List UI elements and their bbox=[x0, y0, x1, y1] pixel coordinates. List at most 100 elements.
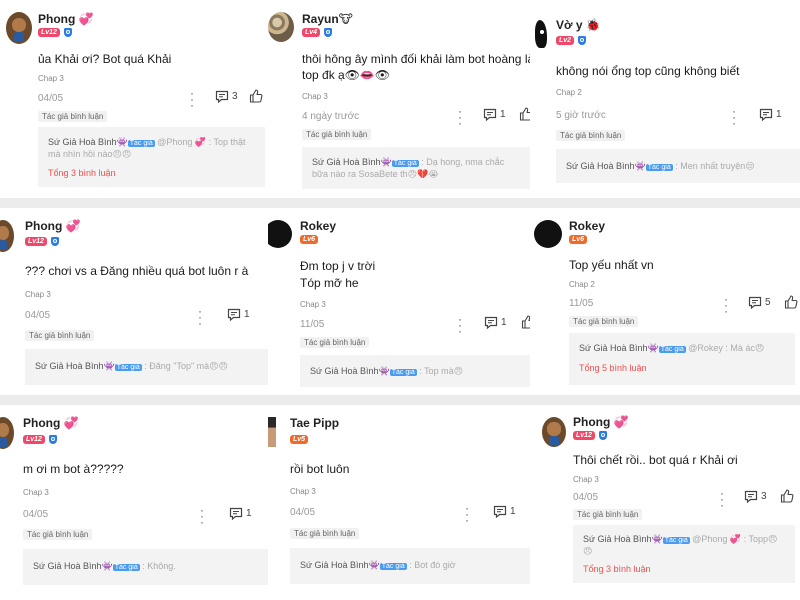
chapter-label[interactable]: Chap 3 bbox=[38, 74, 64, 83]
total-replies-link[interactable]: Tổng 3 bình luận bbox=[583, 564, 651, 574]
reply-count-button[interactable]: 1 bbox=[493, 505, 516, 518]
username[interactable]: Rokey bbox=[300, 219, 336, 233]
username[interactable]: Tae Pipp bbox=[290, 416, 339, 430]
reply-preview[interactable]: Sứ Giả Hoà Bình👾 Tác giả @Phong 💞 : Top t… bbox=[38, 127, 265, 187]
more-options-icon[interactable]: · · · bbox=[199, 504, 205, 528]
chapter-label[interactable]: Chap 3 bbox=[25, 290, 51, 299]
author-commented-tag: Tác giả bình luận bbox=[569, 316, 639, 327]
verified-shield-icon bbox=[50, 237, 59, 246]
thumbs-up-icon bbox=[780, 489, 794, 503]
level-badge: Lv4 bbox=[302, 28, 321, 37]
comment-date: 04/05 bbox=[290, 507, 316, 518]
comment-card: Vờ y 🐞 Lv2 không nói ổng top cũng không … bbox=[530, 0, 800, 198]
username[interactable]: Phong 💞 bbox=[25, 219, 81, 233]
comment-icon bbox=[227, 308, 241, 321]
like-button[interactable] bbox=[784, 295, 798, 309]
reply-count-button[interactable]: 1 bbox=[759, 108, 782, 121]
more-options-icon[interactable]: · · · bbox=[719, 487, 725, 511]
chapter-label[interactable]: Chap 3 bbox=[290, 487, 316, 496]
comment-icon bbox=[229, 507, 243, 520]
comment-date: 4 ngày trước bbox=[302, 111, 360, 122]
more-options-icon[interactable]: · · · bbox=[457, 105, 463, 129]
dog-avatar[interactable] bbox=[6, 12, 32, 44]
dog-avatar[interactable] bbox=[542, 417, 566, 447]
reply-count-button[interactable]: 1 bbox=[483, 108, 506, 121]
comment-icon bbox=[483, 108, 497, 121]
dog-avatar[interactable] bbox=[0, 220, 14, 252]
comment-date: 11/05 bbox=[569, 298, 594, 309]
author-commented-tag: Tác giả bình luận bbox=[290, 528, 360, 539]
comment-icon bbox=[493, 505, 507, 518]
username[interactable]: Rayun🐮 bbox=[302, 12, 353, 26]
comment-date: 11/05 bbox=[300, 319, 325, 330]
comment-text: không nói ổng top cũng không biết bbox=[556, 64, 740, 78]
comment-card: Phong 💞 Lv12 Thôi chết rồi.. bot quá r K… bbox=[530, 405, 800, 600]
level-badge: Lv6 bbox=[300, 235, 319, 244]
level-badge: Lv5 bbox=[290, 435, 309, 444]
rice-avatar[interactable] bbox=[268, 12, 294, 42]
more-options-icon[interactable]: · · · bbox=[197, 305, 203, 329]
username[interactable]: Vờ y 🐞 bbox=[556, 18, 601, 32]
comment-text: ??? chơi vs a Đăng nhiều quá bot luôn r … bbox=[25, 264, 249, 278]
like-button[interactable] bbox=[780, 489, 794, 503]
comment-date: 04/05 bbox=[23, 509, 49, 520]
comment-card: Rayun🐮 Lv4 thôi hông ây mình đối khải là… bbox=[268, 0, 540, 198]
comment-text-line2: Tóp mỡ he bbox=[300, 276, 359, 290]
chapter-label[interactable]: Chap 2 bbox=[569, 280, 595, 289]
comment-card: Rokey Lv6 Top yếu nhất vn Chap 2 11/05 ·… bbox=[530, 208, 800, 395]
total-replies-link[interactable]: Tổng 5 bình luận bbox=[579, 363, 647, 373]
more-options-icon[interactable]: · · · bbox=[464, 502, 470, 526]
reply-preview[interactable]: Sứ Giả Hoà Bình👾 Tác giả : Không. bbox=[23, 549, 268, 585]
comment-text-line1: Đm top j v trời bbox=[300, 259, 376, 273]
comment-card: Phong 💞 Lv12 m ơi m bot à????? Chap 3 04… bbox=[0, 405, 268, 600]
reply-count-button[interactable]: 1 bbox=[227, 308, 250, 321]
comment-text: m ơi m bot à????? bbox=[23, 462, 124, 476]
total-replies-link[interactable]: Tổng 3 bình luận bbox=[48, 168, 116, 178]
reply-preview[interactable]: Sứ Giả Hoà Bình👾 Tác giả : Bot đó giờ bbox=[290, 548, 532, 584]
more-options-icon[interactable]: · · · bbox=[189, 87, 195, 111]
reply-count-button[interactable]: 1 bbox=[484, 316, 507, 329]
verified-shield-icon bbox=[324, 28, 333, 37]
author-commented-tag: Tác giả bình luận bbox=[38, 111, 108, 122]
reply-count-button[interactable]: 3 bbox=[215, 90, 238, 103]
black-avatar[interactable] bbox=[534, 220, 562, 248]
author-commented-tag: Tác giả bình luận bbox=[300, 337, 370, 348]
reply-preview[interactable]: Sứ Giả Hoà Bình👾 Tác giả : Đăng "Top" mà😠… bbox=[25, 349, 268, 385]
author-commented-tag: Tác giả bình luận bbox=[25, 330, 95, 341]
username[interactable]: Phong 💞 bbox=[573, 415, 629, 429]
chapter-label[interactable]: Chap 3 bbox=[300, 300, 326, 309]
cameraman-avatar[interactable] bbox=[532, 18, 548, 50]
reply-count-button[interactable]: 3 bbox=[744, 490, 767, 503]
chapter-label[interactable]: Chap 3 bbox=[23, 488, 49, 497]
level-badge: Lv2 bbox=[556, 36, 575, 45]
level-badge: Lv6 bbox=[569, 235, 588, 244]
verified-shield-icon bbox=[578, 36, 587, 45]
reply-preview[interactable]: Sứ Giả Hoà Bình👾 Tác giả @Phong 💞 : Topp😠… bbox=[573, 525, 795, 583]
username[interactable]: Phong 💞 bbox=[38, 12, 94, 26]
dog-avatar[interactable] bbox=[0, 417, 14, 449]
reply-count-button[interactable]: 5 bbox=[748, 296, 771, 309]
thumbs-up-icon bbox=[784, 295, 798, 309]
username[interactable]: Phong 💞 bbox=[23, 416, 79, 430]
face-avatar[interactable] bbox=[268, 417, 276, 447]
more-options-icon[interactable]: · · · bbox=[723, 293, 729, 317]
reply-preview[interactable]: Sứ Giả Hoà Bình👾 Tác giả : Dạ hong, nma c… bbox=[302, 147, 532, 189]
reply-preview[interactable]: Sứ Giả Hoà Bình👾 Tác giả : Top mà😠 bbox=[300, 355, 532, 387]
like-button[interactable] bbox=[249, 89, 263, 103]
more-options-icon[interactable]: · · · bbox=[731, 105, 737, 129]
comment-text: Thôi chết rồi.. bot quá r Khải ơi bbox=[573, 453, 738, 467]
level-badge: Lv12 bbox=[573, 431, 595, 440]
comment-icon bbox=[748, 296, 762, 309]
more-options-icon[interactable]: · · · bbox=[457, 313, 463, 337]
black-avatar[interactable] bbox=[268, 220, 292, 248]
author-commented-tag: Tác giả bình luận bbox=[573, 509, 643, 520]
level-badge: Lv12 bbox=[25, 237, 47, 246]
chapter-label[interactable]: Chap 2 bbox=[556, 88, 582, 97]
reply-preview[interactable]: Sứ Giả Hoà Bình👾 Tác giả @Rokey : Mà ác😠 … bbox=[569, 333, 795, 385]
username[interactable]: Rokey bbox=[569, 219, 605, 233]
reply-preview[interactable]: Sứ Giả Hoà Bình👾 Tác giả : Men nhất truyệ… bbox=[556, 149, 800, 183]
comment-icon bbox=[759, 108, 773, 121]
chapter-label[interactable]: Chap 3 bbox=[573, 475, 599, 484]
chapter-label[interactable]: Chap 3 bbox=[302, 92, 328, 101]
reply-count-button[interactable]: 1 bbox=[229, 507, 252, 520]
